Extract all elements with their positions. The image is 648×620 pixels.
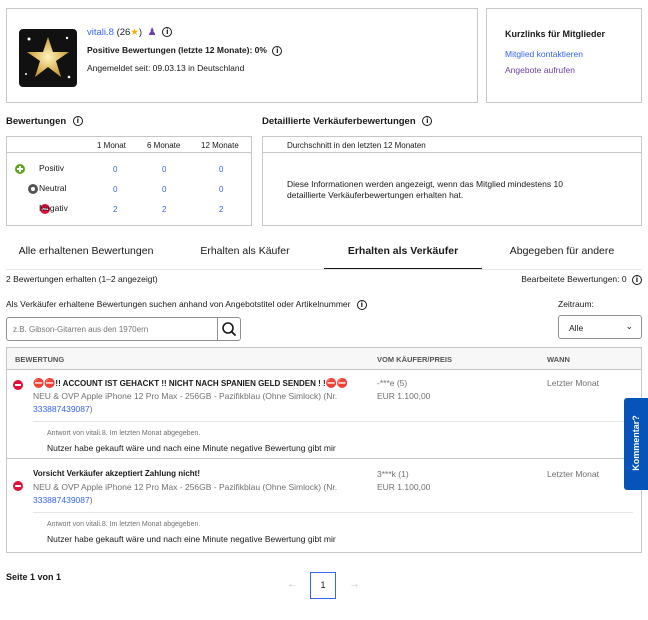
neutral-icon xyxy=(27,183,38,194)
item-title: NEU & OVP Apple iPhone 12 Pro Max - 256G… xyxy=(33,391,338,401)
neutral-6m[interactable]: 0 xyxy=(162,185,166,194)
member-since: Angemeldet seit: 09.03.13 in Deutschland xyxy=(87,63,245,73)
header-feedback: BEWERTUNG xyxy=(15,355,65,364)
row-neutral-label: Neutral xyxy=(39,183,67,193)
when: Letzter Monat xyxy=(547,469,599,479)
positive-icon xyxy=(15,163,25,174)
feedback-side-tab-label: Kommentar? xyxy=(631,415,641,471)
page-current[interactable]: 1 xyxy=(310,572,336,599)
neutral-12m[interactable]: 0 xyxy=(219,185,223,194)
reply-meta: Antwort von vitali.8. Im letzten Monat a… xyxy=(47,521,201,528)
detailed-header: Durchschnitt in den letzten 12 Monaten xyxy=(287,141,426,150)
next-page-icon[interactable]: → xyxy=(349,578,360,590)
negative-emoji-icon: ⛔⛔ xyxy=(325,378,349,388)
feedback-title: !! ACCOUNT IST GEHACKT !! NICHT NACH SPA… xyxy=(55,379,326,388)
tab-given-to-others[interactable]: Abgegeben für andere xyxy=(482,236,642,270)
tabs-divider xyxy=(6,269,642,270)
search-icon xyxy=(222,322,236,336)
when: Letzter Monat xyxy=(547,378,599,388)
star-icon: ★ xyxy=(130,27,139,38)
positive-12m[interactable]: 0 xyxy=(219,165,223,174)
period-select[interactable]: Alle ⌄ xyxy=(558,315,642,339)
edited-count: Bearbeitete Bewertungen: 0 xyxy=(521,274,627,284)
feedback-count: 2 Bewertungen erhalten (1–2 angezeigt) xyxy=(6,274,158,284)
info-icon[interactable]: i xyxy=(272,45,283,56)
ratings-title: Bewertungen xyxy=(6,116,67,127)
search-label: Als Verkäufer erhaltene Bewertungen such… xyxy=(6,299,351,309)
view-offers-link[interactable]: Angebote aufrufen xyxy=(505,65,575,75)
row-positive-label: Positiv xyxy=(39,163,65,173)
period-value: Alle xyxy=(569,323,584,333)
contact-member-link[interactable]: Mitglied kontaktieren xyxy=(505,49,583,59)
user-badge-icon: ♟ xyxy=(147,27,157,38)
reply-text: Nutzer habe gekauft wäre und nach eine M… xyxy=(47,534,336,544)
tab-all-received[interactable]: Alle erhaltenen Bewertungen xyxy=(6,236,166,270)
info-icon[interactable]: i xyxy=(632,274,642,285)
star-avatar-icon xyxy=(25,36,71,79)
price: EUR 1.100,00 xyxy=(377,391,431,401)
ratings-table: 1 Monat 6 Monate 12 Monate Positiv 0 0 0… xyxy=(6,136,252,226)
negative-icon xyxy=(13,481,23,492)
header-buyer-price: VOM KÄUFER/PREIS xyxy=(377,355,453,364)
tab-received-as-buyer[interactable]: Erhalten als Käufer xyxy=(166,236,324,270)
detailed-title: Detaillierte Verkäuferbewertungen xyxy=(262,116,416,127)
info-icon[interactable]: i xyxy=(356,299,367,310)
col-6-months: 6 Monate xyxy=(147,141,181,150)
info-icon[interactable]: i xyxy=(422,116,433,127)
page-current-number: 1 xyxy=(320,580,326,590)
row-negative-label: Negativ xyxy=(39,203,68,213)
positive-1m[interactable]: 0 xyxy=(113,165,117,174)
neutral-1m[interactable]: 0 xyxy=(113,185,117,194)
profile-card: vitali.8 (26★) ♟ i Positive Bewertungen … xyxy=(6,8,478,103)
price: EUR 1.100,00 xyxy=(377,482,431,492)
reply-meta: Antwort von vitali.8. Im letzten Monat a… xyxy=(47,430,201,437)
negative-6m[interactable]: 2 xyxy=(162,205,166,214)
feedback-score-close: ) xyxy=(138,27,143,38)
detailed-ratings-box: Durchschnitt in den letzten 12 Monaten D… xyxy=(262,136,642,226)
buyer-name: 3***k (1) xyxy=(377,469,409,479)
search-button[interactable] xyxy=(217,317,241,341)
positive-rating-text: Positive Bewertungen (letzte 12 Monate):… xyxy=(87,45,267,55)
negative-emoji-icon: ⛔⛔ xyxy=(33,378,56,388)
positive-6m[interactable]: 0 xyxy=(162,165,166,174)
chevron-down-icon: ⌄ xyxy=(625,321,633,331)
buyer-name: -***e (5) xyxy=(377,378,408,388)
feedback-score: (26 xyxy=(116,27,131,38)
feedback-title: Vorsicht Verkäufer akzeptiert Zahlung ni… xyxy=(33,469,200,478)
prev-page-icon[interactable]: ← xyxy=(287,578,298,590)
col-12-months: 12 Monate xyxy=(201,141,239,150)
item-number-close: ) xyxy=(89,495,93,505)
negative-1m[interactable]: 2 xyxy=(113,205,117,214)
info-icon[interactable]: i xyxy=(72,116,83,127)
search-input[interactable] xyxy=(6,317,217,341)
header-when: WANN xyxy=(547,355,570,364)
shortcuts-title: Kurzlinks für Mitglieder xyxy=(505,29,606,39)
shortcuts-card: Kurzlinks für Mitglieder Mitglied kontak… xyxy=(486,8,642,103)
feedback-side-tab[interactable]: Kommentar? xyxy=(624,398,648,490)
item-title: NEU & OVP Apple iPhone 12 Pro Max - 256G… xyxy=(33,482,338,492)
feedback-table: BEWERTUNG VOM KÄUFER/PREIS WANN ⛔⛔!! ACC… xyxy=(6,347,642,553)
username-link[interactable]: vitali.8 xyxy=(87,27,114,38)
negative-12m[interactable]: 2 xyxy=(219,205,223,214)
detailed-message: Diese Informationen werden angezeigt, we… xyxy=(287,179,563,200)
item-number-close: ) xyxy=(89,404,93,414)
tab-received-as-seller[interactable]: Erhalten als Verkäufer xyxy=(324,236,482,270)
page-info: Seite 1 von 1 xyxy=(6,572,62,582)
info-icon[interactable]: i xyxy=(162,27,173,38)
item-number-link[interactable]: 333887439087 xyxy=(33,495,90,505)
col-1-month: 1 Monat xyxy=(97,141,126,150)
period-label: Zeitraum: xyxy=(558,299,594,309)
reply-text: Nutzer habe gekauft wäre und nach eine M… xyxy=(47,443,336,453)
item-number-link[interactable]: 333887439087 xyxy=(33,404,90,414)
negative-icon xyxy=(13,379,23,390)
avatar[interactable] xyxy=(19,29,77,87)
